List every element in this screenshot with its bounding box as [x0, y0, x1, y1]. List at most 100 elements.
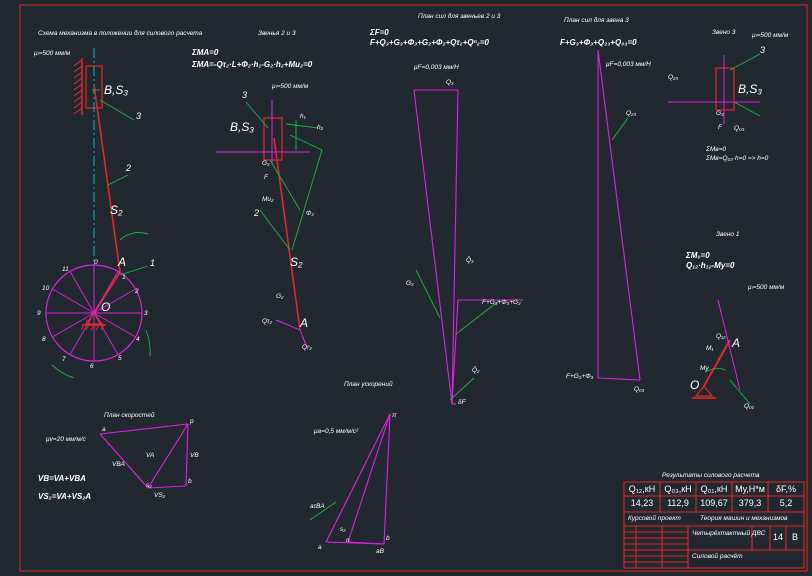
l23-label-qt: Qτ₂: [262, 318, 272, 325]
l23-label-moment: Mи₂: [262, 196, 274, 203]
l23-label-h1: h₁: [300, 113, 306, 120]
results-value-df: 5,2: [779, 498, 793, 508]
l1-label-m: M₁: [706, 345, 714, 352]
acc-label-s2: s₂: [340, 526, 346, 533]
mech-label-link2: 2: [126, 163, 132, 173]
scale-acceleration: μa=0,5 мм/м/с²: [314, 428, 359, 435]
mech-pos-2: 2: [135, 288, 139, 295]
l23-label-link3: 3: [242, 90, 248, 100]
vel-label-s2: s₂: [146, 482, 152, 489]
mech-pos-8: 8: [42, 336, 46, 343]
acc-label-a: a: [318, 544, 322, 551]
l1-label-mu: Mу: [700, 365, 709, 372]
mech-pos-0: 0: [94, 259, 98, 266]
mech-pos-10: 10: [42, 285, 50, 292]
results-title: Результаты силового расчета: [662, 472, 760, 479]
fp23-label-low: Q̄₂: [472, 367, 480, 374]
l1-label-o: O: [690, 378, 700, 392]
l23-label-qn: Qⁿ₂: [302, 344, 312, 351]
tb-sheet-number: 14: [772, 532, 783, 542]
vel-label-p: p: [190, 418, 194, 425]
fp23-label-top: Q₃: [446, 79, 454, 86]
mech-pos-3: 3: [144, 310, 148, 317]
vel-label-b: b: [188, 478, 192, 485]
eq-link-1-a: ΣM₀=0: [686, 251, 710, 260]
l1-label-q12: Q₁₂: [716, 333, 726, 340]
tb-item: Четырёхтактный ДВС: [692, 530, 766, 537]
acc-label-pole: π: [392, 412, 397, 419]
heading-link-1: Звено 1: [716, 231, 740, 238]
eq-links-2-3-b: ΣMA=-Qτ₂·L+Φ₂·h₁-G₂·h₂+Mи₂=0: [192, 60, 313, 69]
scale-links-2-3: μₗ=500 мм/м: [272, 83, 309, 90]
l1-label-q01: Q₀₁: [744, 403, 754, 410]
heading-links-2-3: Звенья 2 и 3: [258, 30, 296, 37]
mech-label-link3: 3: [136, 111, 142, 121]
acc-label-ab: aB: [376, 548, 384, 555]
results-value-q03: 112,9: [667, 498, 689, 508]
heading-link-3: Звено 3: [712, 29, 736, 36]
results-value-q12: 14,23: [630, 498, 654, 508]
mech-label-slider: B,S₃: [104, 83, 129, 97]
mech-pos-11: 11: [62, 266, 69, 273]
acc-label-b: b: [386, 535, 390, 542]
vel-label-vb: VB: [190, 452, 199, 459]
l1-label-a: A: [732, 336, 741, 350]
tb-letter: В: [791, 532, 798, 542]
results-header-q03: Q₀₃,кН: [664, 484, 692, 494]
acc-label-ab-tau: aτBA: [310, 503, 325, 510]
scale-link-3: μₗ=500 мм/м: [752, 32, 789, 39]
mechanism-diagram: ✕: [45, 48, 151, 379]
results-header-q12: Q₁₂,кН: [628, 484, 656, 494]
results-value-mu: 379,3: [738, 498, 762, 508]
scale-link-1: μₗ=500 мм/м: [748, 284, 785, 291]
mech-label-s2: S₂: [110, 203, 123, 217]
velocity-plan: [99, 423, 189, 489]
mech-label-link1: 1: [150, 258, 156, 268]
l23-label-phi2: Φ₂: [306, 210, 314, 217]
heading-mechanism: Схема механизма в положении для силового…: [38, 30, 203, 37]
tb-sheet-title: Силовой расчёт: [692, 553, 743, 560]
l23-label-s2: S₂: [290, 255, 303, 269]
eq-link-1-b: Q₁₂·h₁₂-Mу=0: [686, 261, 735, 270]
eq-forces-3: F+G₃+Φ₃+Q₂₃+Q₀₃=0: [560, 38, 637, 47]
l23-label-link2: 2: [254, 208, 260, 218]
vel-label-a: a: [102, 426, 106, 433]
eq-velocity-a: VB=VA+VBA: [38, 474, 86, 483]
mech-pos-6: 6: [90, 363, 94, 370]
force-plan-3: [597, 49, 641, 381]
l23-label-h2: h₂: [317, 124, 324, 131]
mech-center-mark: ✕: [84, 317, 92, 327]
fp3-label-fg: F+G₃+Φ₃: [566, 373, 594, 380]
scale-mechanism: μₗ=500 мм/м: [34, 50, 71, 57]
eq-velocity-b: VS₂=VA+VS₂A: [38, 492, 92, 501]
l23-label-a: A: [300, 316, 309, 330]
l23-label-f: F: [264, 174, 268, 181]
vel-label-vs2: VS₂: [154, 492, 166, 499]
vel-label-va: VA: [146, 452, 155, 459]
mech-pos-1: 1: [122, 274, 126, 281]
mech-pos-4: 4: [136, 336, 140, 343]
heading-acceleration-plan: План ускорений: [344, 381, 393, 388]
scale-forces-2-3: μF=0,003 мм/Н: [414, 64, 459, 71]
l3-label-q23: Q₂₃: [668, 74, 679, 81]
fp23-label-resultant: F+G₃+Φ₃+G₂: [482, 299, 521, 306]
l23-label-slider: B,S₃: [230, 120, 255, 134]
eq-link-3-b: ΣMв=Q₀₃·h=0 => h=0: [706, 155, 769, 162]
heading-force-plan-3: План сил для звена 3: [564, 17, 629, 24]
l23-label-g2: G₂: [276, 293, 284, 300]
mech-pos-9: 9: [37, 310, 41, 317]
tb-project: Курсовой проект: [628, 515, 681, 522]
fp23-label-bottom: δF: [458, 399, 466, 406]
links23-diagram: [216, 100, 323, 351]
l23-label-g3: G₃: [262, 160, 270, 167]
eq-forces-2-3-a: ΣF=0: [370, 28, 389, 37]
fp3-label-q23: Q₂₃: [626, 110, 637, 117]
force-plan-23: [413, 89, 523, 405]
l3-label-g3: G₃: [716, 110, 724, 117]
scale-velocity: μv=20 мм/м/с: [46, 436, 86, 443]
l3-label-q03: Q₀₃: [734, 125, 745, 132]
link1-diagram: [692, 299, 751, 405]
results-value-q01: 109,67: [700, 498, 728, 508]
heading-velocity-plan: План скоростей: [104, 412, 155, 419]
tb-subject: Теория машин и механизмов: [700, 515, 788, 522]
